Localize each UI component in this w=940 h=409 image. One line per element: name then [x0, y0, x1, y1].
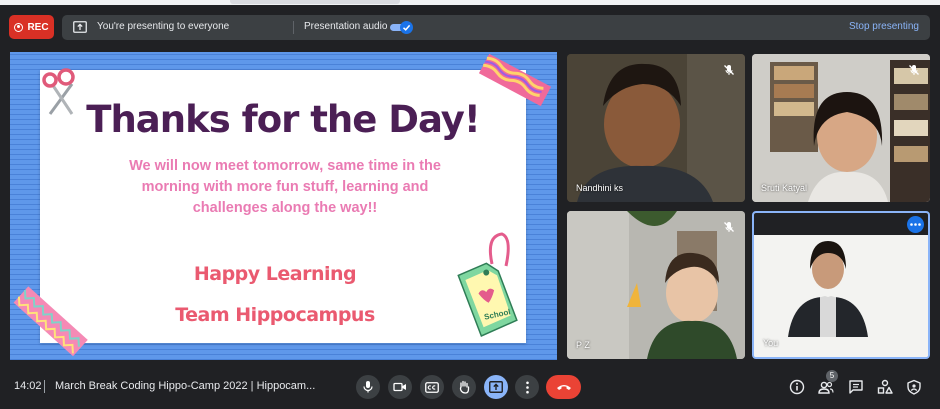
slide-title: Thanks for the Day!	[86, 98, 481, 141]
mic-off-icon	[724, 65, 734, 75]
participant-video	[752, 54, 930, 202]
toggle-check-icon	[402, 24, 411, 31]
raise-hand-icon	[459, 380, 470, 394]
captions-icon	[425, 381, 439, 393]
washi-tape-top	[478, 54, 552, 106]
participant-name: You	[763, 338, 779, 348]
meeting-time: 14:02	[14, 380, 42, 392]
present-icon	[73, 21, 87, 33]
host-controls-icon[interactable]	[906, 379, 922, 395]
slide-team-name: Team Hippocampus	[175, 304, 375, 326]
slide-happy-learning: Happy Learning	[193, 263, 357, 285]
rec-label: REC	[27, 21, 49, 33]
meeting-title[interactable]: March Break Coding Hippo-Camp 2022 | Hip…	[55, 380, 315, 392]
more-options-button[interactable]	[515, 375, 539, 399]
mic-off-icon	[909, 65, 919, 75]
tile-more-options-button[interactable]	[907, 216, 924, 233]
participant-tile-sruti[interactable]: Sruti Katyal	[752, 54, 930, 202]
header-divider	[293, 21, 294, 34]
presentation-audio-toggle[interactable]	[390, 21, 413, 34]
participant-tile-you[interactable]: You	[752, 211, 930, 359]
slide-message: We will now meet tomorrow, same time in …	[129, 158, 441, 216]
stop-presenting-button[interactable]: Stop presenting	[849, 21, 919, 32]
shared-slide: Thanks for the Day! We will now meet tom…	[10, 52, 557, 360]
present-now-button[interactable]	[484, 375, 508, 399]
participant-name: Sruti Katyal	[761, 183, 808, 193]
washi-tape-bottom	[13, 286, 88, 357]
participant-name: Nandhini ks	[576, 183, 624, 193]
presenting-status: You're presenting to everyone	[97, 21, 230, 32]
camera-icon	[393, 382, 406, 392]
recording-badge[interactable]: REC	[9, 15, 54, 39]
browser-top-strip	[0, 0, 940, 5]
rec-icon	[14, 22, 24, 32]
participant-tile-nandhini[interactable]: Nandhini ks	[567, 54, 745, 202]
browser-tab[interactable]	[230, 0, 400, 4]
microphone-button[interactable]	[356, 375, 380, 399]
end-call-icon	[556, 385, 571, 390]
participant-video	[567, 54, 745, 202]
toggle-knob	[400, 21, 413, 34]
participant-tile-pz[interactable]: P Z	[567, 211, 745, 359]
more-options-icon	[525, 381, 529, 393]
school-tag-icon	[457, 232, 518, 337]
end-call-button[interactable]	[546, 375, 581, 399]
participant-name: P Z	[576, 340, 590, 350]
activities-icon[interactable]	[877, 379, 893, 395]
participant-video	[567, 211, 745, 359]
mic-off-icon	[724, 222, 734, 232]
chat-icon[interactable]	[848, 379, 864, 395]
mic-icon	[363, 381, 373, 393]
info-icon[interactable]	[789, 379, 805, 395]
presenting-bar: You're presenting to everyone Presentati…	[62, 15, 930, 40]
more-dots-icon	[910, 223, 921, 226]
tile-header	[754, 213, 928, 235]
camera-button[interactable]	[388, 375, 412, 399]
raise-hand-button[interactable]	[452, 375, 476, 399]
people-icon[interactable]	[818, 379, 834, 395]
scissors-icon	[42, 68, 75, 115]
presentation-audio-label: Presentation audio	[304, 21, 388, 32]
captions-button[interactable]	[420, 375, 444, 399]
bottom-divider	[44, 380, 45, 393]
present-now-icon	[489, 381, 503, 393]
